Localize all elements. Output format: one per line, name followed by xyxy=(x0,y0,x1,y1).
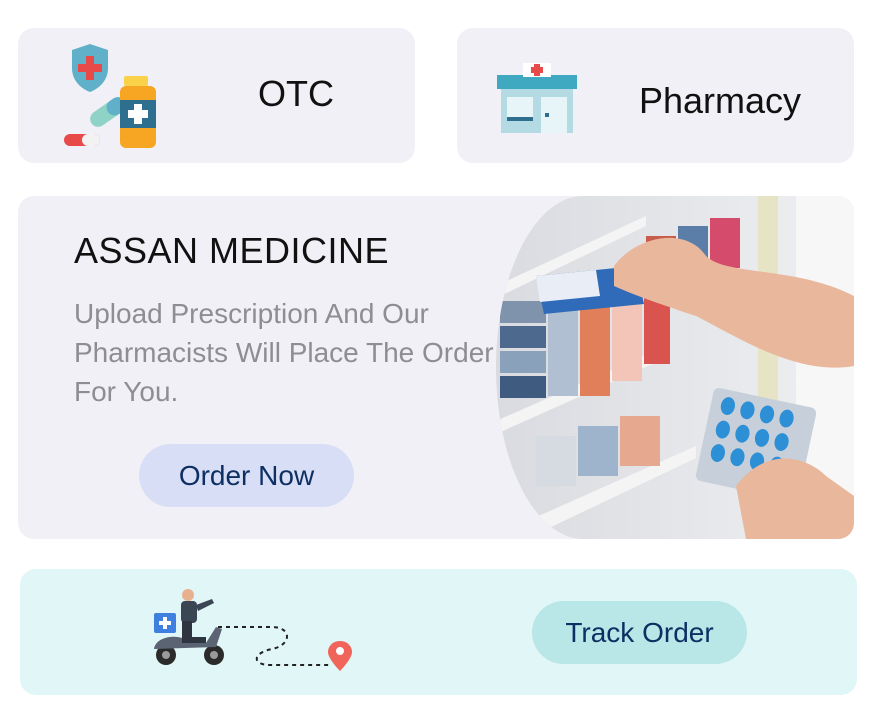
promo-card: ASSAN MEDICINE Upload Prescription And O… xyxy=(18,196,854,539)
otc-label: OTC xyxy=(258,73,334,114)
pharmacy-card[interactable]: Pharmacy xyxy=(457,28,854,163)
medicine-icon xyxy=(58,42,168,150)
delivery-scooter-route-illustration xyxy=(152,587,352,673)
pharmacy-store-icon xyxy=(497,61,577,135)
promo-title: ASSAN MEDICINE xyxy=(74,230,390,271)
track-order-button[interactable]: Track Order xyxy=(532,601,747,664)
pharmacy-label: Pharmacy xyxy=(639,80,802,121)
track-order-card: Track Order xyxy=(20,569,857,695)
order-now-button[interactable]: Order Now xyxy=(139,444,354,507)
promo-description: Upload Prescription And Our Pharmacists … xyxy=(74,298,494,407)
pharmacist-shelf-photo xyxy=(496,196,854,539)
otc-card[interactable]: OTC xyxy=(18,28,415,163)
